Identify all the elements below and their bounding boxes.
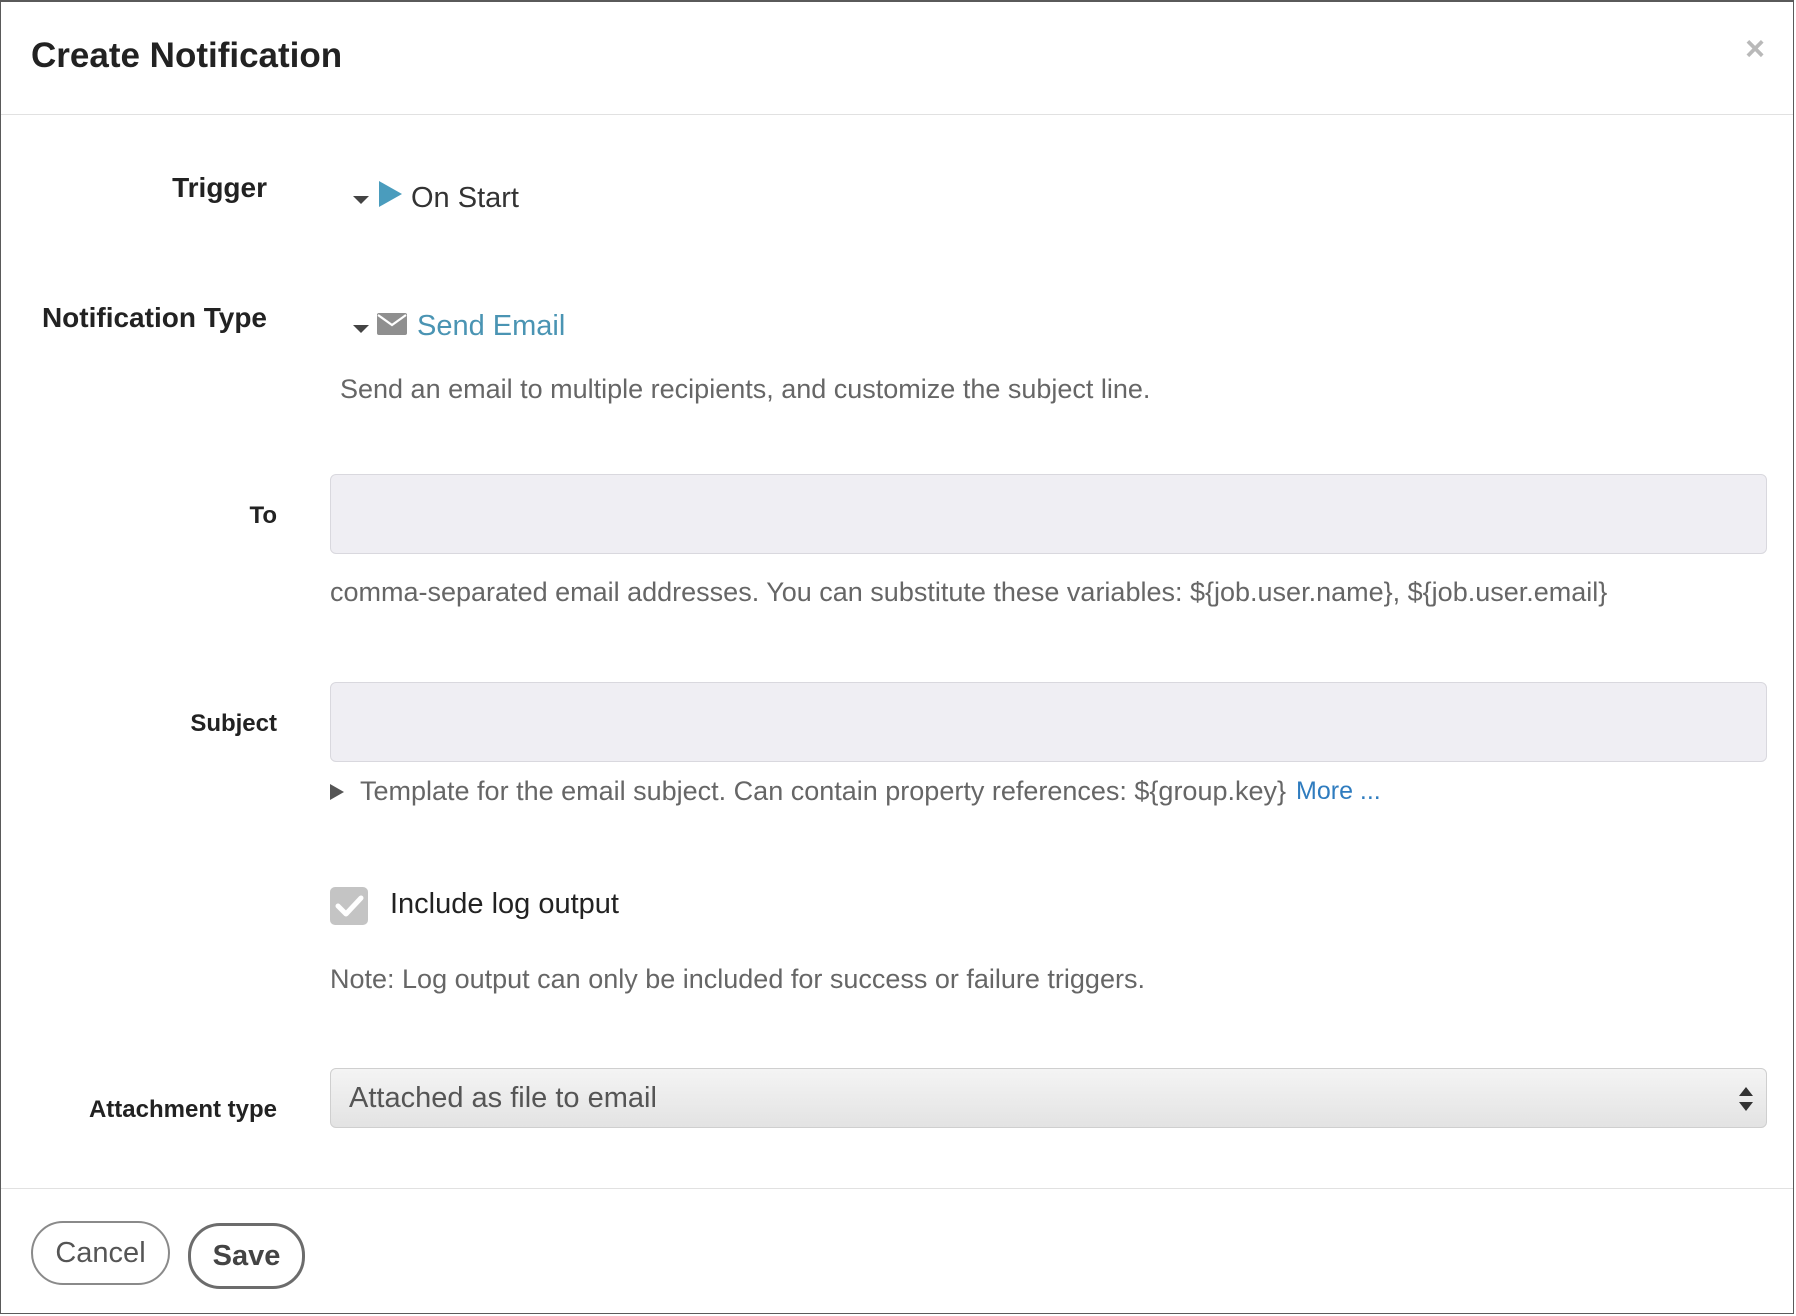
- envelope-icon: [377, 310, 407, 343]
- to-input[interactable]: [330, 474, 1767, 554]
- notification-type-label: Notification Type: [41, 302, 267, 333]
- notification-type-dropdown[interactable]: Send Email: [353, 310, 565, 343]
- checkmark-icon: [335, 895, 364, 917]
- to-help-text: comma-separated email addresses. You can…: [330, 577, 1608, 607]
- dialog-header: Create Notification ×: [1, 2, 1793, 115]
- attachment-type-select[interactable]: Attached as file to email: [330, 1068, 1767, 1128]
- log-output-note: Note: Log output can only be included fo…: [330, 964, 1145, 994]
- dialog-footer: Cancel Save: [1, 1188, 1793, 1315]
- subject-help: Template for the email subject. Can cont…: [330, 776, 1381, 807]
- dialog-title: Create Notification: [31, 36, 343, 75]
- more-link[interactable]: More ...: [1296, 777, 1381, 806]
- expand-triangle-icon[interactable]: [330, 783, 344, 800]
- save-button[interactable]: Save: [188, 1223, 305, 1289]
- include-log-label[interactable]: Include log output: [390, 888, 619, 921]
- subject-help-text: Template for the email subject. Can cont…: [360, 776, 1287, 806]
- caret-down-icon: [353, 324, 369, 333]
- create-notification-dialog: Create Notification × Trigger On Start N…: [0, 0, 1794, 1314]
- trigger-label: Trigger: [172, 172, 267, 203]
- subject-input[interactable]: [330, 682, 1767, 762]
- to-label: To: [249, 502, 277, 529]
- attachment-type-value: Attached as file to email: [349, 1081, 657, 1114]
- notification-type-description: Send an email to multiple recipients, an…: [340, 374, 1151, 404]
- select-arrows-icon: [1738, 1085, 1754, 1118]
- play-icon: [377, 180, 403, 216]
- close-icon[interactable]: ×: [1745, 32, 1765, 66]
- trigger-dropdown[interactable]: On Start: [353, 180, 519, 216]
- attachment-type-label: Attachment type: [88, 1096, 277, 1123]
- cancel-button[interactable]: Cancel: [31, 1221, 170, 1285]
- subject-label: Subject: [190, 710, 277, 737]
- trigger-value: On Start: [411, 181, 519, 214]
- notification-type-value: Send Email: [417, 310, 566, 342]
- caret-down-icon: [353, 196, 369, 204]
- include-log-checkbox[interactable]: [330, 887, 368, 925]
